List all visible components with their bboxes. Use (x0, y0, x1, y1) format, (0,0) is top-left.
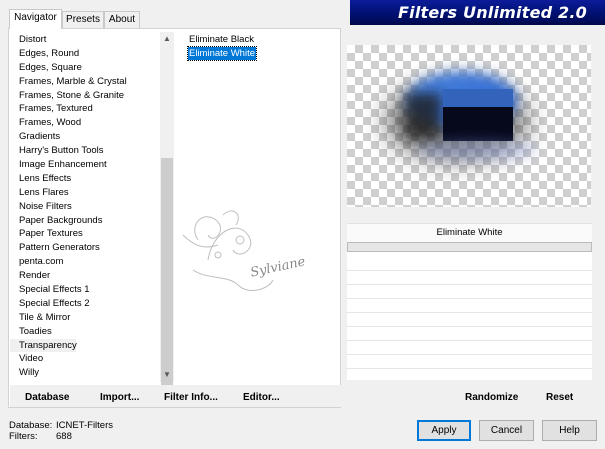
category-item[interactable]: Harry's Button Tools (10, 144, 160, 158)
category-item[interactable]: Lens Flares (10, 186, 160, 200)
database-button[interactable]: Database (25, 392, 69, 403)
param-divider (347, 312, 592, 313)
reset-button[interactable]: Reset (546, 392, 573, 403)
filter-item[interactable]: Eliminate Black (188, 33, 255, 46)
tab-about[interactable]: About (104, 11, 140, 28)
category-item[interactable]: Frames, Stone & Granite (10, 89, 160, 103)
category-item[interactable]: Paper Textures (10, 227, 160, 241)
help-button[interactable]: Help (542, 420, 597, 441)
editor-button[interactable]: Editor... (243, 392, 280, 403)
filter-listbox[interactable]: Eliminate Black Eliminate White Sylviane (180, 30, 342, 383)
tab-navigator[interactable]: Navigator (9, 9, 62, 29)
scroll-up-icon[interactable]: ▲ (160, 32, 174, 46)
parameters-area (347, 252, 592, 380)
category-item[interactable]: Pattern Generators (10, 241, 160, 255)
filters-count: 688 (56, 431, 72, 442)
database-info: Database: ICNET-Filters (9, 420, 113, 431)
category-item[interactable]: penta.com (10, 255, 160, 269)
category-item[interactable]: Distort (10, 33, 160, 47)
category-item[interactable]: Special Effects 2 (10, 297, 160, 311)
category-item[interactable]: Lens Effects (10, 172, 160, 186)
category-item[interactable]: Noise Filters (10, 200, 160, 214)
param-divider (347, 270, 592, 271)
randomize-button[interactable]: Randomize (465, 392, 518, 403)
category-item[interactable]: Edges, Round (10, 47, 160, 61)
category-item[interactable]: Frames, Textured (10, 102, 160, 116)
category-item[interactable]: Tile & Mirror (10, 311, 160, 325)
scroll-down-icon[interactable]: ▼ (160, 368, 174, 382)
param-divider (347, 326, 592, 327)
category-item[interactable]: Toadies (10, 325, 160, 339)
category-item[interactable]: Render (10, 269, 160, 283)
category-item[interactable]: Video (10, 352, 160, 366)
filters-label: Filters: (9, 431, 38, 442)
category-item[interactable]: Willy (10, 366, 160, 380)
tab-presets[interactable]: Presets (62, 11, 104, 28)
database-label: Database: (9, 420, 53, 431)
category-item[interactable]: Special Effects 1 (10, 283, 160, 297)
progress-bar (347, 242, 592, 252)
cancel-button[interactable]: Cancel (479, 420, 534, 441)
param-divider (347, 368, 592, 369)
category-item[interactable]: Edges, Square (10, 61, 160, 75)
banner-title: Filters Unlimited 2.0 (398, 3, 587, 22)
category-item-selected[interactable]: Transparency (10, 338, 77, 353)
database-value: ICNET-Filters (56, 420, 113, 431)
filters-info: Filters: 688 (9, 431, 72, 442)
category-item[interactable]: Frames, Marble & Crystal (10, 75, 160, 89)
category-scrollbar[interactable]: ▲ ▼ (160, 32, 174, 398)
category-listbox[interactable]: Distort Edges, Round Edges, Square Frames, … (10, 30, 174, 383)
filter-item-selected[interactable]: Eliminate White (187, 46, 257, 61)
preview-image (347, 45, 591, 207)
apply-button[interactable]: Apply (417, 420, 471, 441)
import-button[interactable]: Import... (100, 392, 139, 403)
filter-name-label: Eliminate White (347, 223, 592, 242)
category-item[interactable]: Gradients (10, 130, 160, 144)
param-divider (347, 298, 592, 299)
param-divider (347, 284, 592, 285)
category-list: Distort Edges, Round Edges, Square Frames, … (10, 33, 160, 380)
title-banner: Filters Unlimited 2.0 (350, 0, 605, 25)
param-divider (347, 354, 592, 355)
category-item[interactable]: Image Enhancement (10, 158, 160, 172)
signature-watermark (182, 210, 274, 291)
param-divider (347, 340, 592, 341)
filter-info-button[interactable]: Filter Info... (164, 392, 218, 403)
scroll-thumb[interactable] (161, 158, 173, 398)
category-item[interactable]: Paper Backgrounds (10, 214, 160, 228)
category-item[interactable]: Frames, Wood (10, 116, 160, 130)
